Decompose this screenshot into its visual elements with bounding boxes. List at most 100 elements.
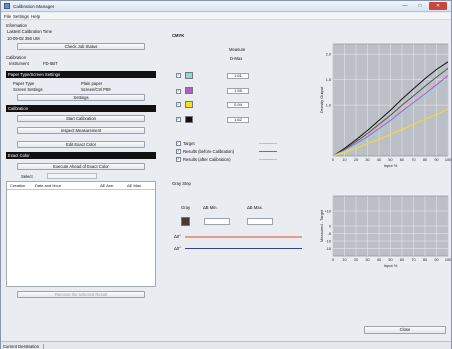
cyan-swatch [185, 72, 193, 79]
x-tick-label: 0 [332, 158, 334, 162]
status-bar: Current Destination [1, 341, 451, 349]
x-tick-label: 40 [377, 258, 381, 262]
x-tick-label: 50 [388, 158, 392, 162]
calibration-header: Calibration [6, 105, 156, 112]
yellow-dmax-value: 0.94 [227, 102, 249, 108]
after-calibration-checkbox[interactable]: ✓ [176, 157, 181, 162]
information-heading: Information [6, 23, 27, 28]
gray-swatch [181, 217, 190, 226]
y-tick-label: 1.5 [326, 78, 331, 82]
menu-file[interactable]: File [4, 14, 11, 19]
close-button[interactable]: Close [364, 326, 446, 334]
x-tick-label: 100 [445, 258, 451, 262]
menu-settings[interactable]: Settings [13, 14, 29, 19]
target-legend-label: Target [183, 141, 195, 146]
col-creation: Creation [10, 183, 26, 188]
execute-exact-color-button[interactable]: Execute Ahead of Exact Color [17, 163, 145, 170]
y-tick-label: -15 [326, 247, 332, 251]
x-tick-label: 100 [445, 158, 451, 162]
status-text: Current Destination [3, 343, 45, 349]
yellow-swatch [185, 101, 193, 108]
y-axis-label: Measured - Target [319, 209, 324, 242]
y-tick-label: 2.0 [326, 53, 331, 57]
black-dmax-value: 1.62 [227, 117, 249, 123]
check-job-status-button[interactable]: Check Job Status [17, 43, 145, 50]
y-tick-label: +10 [325, 209, 331, 213]
calibration-heading: Calibration [6, 55, 27, 60]
app-icon [4, 3, 10, 9]
col-date-hour: Date and Hour [35, 183, 62, 188]
dmax-label: D-Max [230, 56, 243, 61]
deviation-chart: 0 10 20 30 40 50 60 70 80 90 100 +10 0 -5 -10 -15 Input … [319, 195, 451, 268]
hi-reference-line [185, 248, 302, 249]
menu-bar: File Settings Help [1, 13, 451, 20]
inspect-measurement-button[interactable]: Inspect Measurement [17, 127, 145, 134]
screen-settings-value: Screen/Ctrl P89 [81, 87, 111, 92]
latest-calibration-label: Lastest Calibration Time [7, 29, 52, 34]
x-axis-label: Input % [384, 163, 398, 168]
x-tick-label: 60 [400, 258, 404, 262]
gray-step-title: Gray Step [172, 181, 191, 186]
y-axis-label: Density Output [319, 86, 324, 113]
close-window-button[interactable]: ✕ [429, 2, 447, 10]
before-calibration-legend-label: Results (before Calibration) [183, 149, 234, 154]
ab-max-label: ΔB Max. [247, 205, 263, 210]
magenta-dmax-value: 1.55 [227, 88, 249, 94]
paper-type-label: Paper Type [13, 81, 35, 86]
magenta-checkbox[interactable]: ✓ [176, 89, 181, 94]
x-tick-label: 40 [377, 158, 381, 162]
x-tick-label: 20 [354, 258, 358, 262]
app-window: Calibration Manager — □ ✕ File Settings … [0, 0, 452, 349]
before-calibration-legend-line [259, 151, 277, 152]
y-tick-label: 0 [329, 224, 331, 228]
x-tick-label: 80 [423, 258, 427, 262]
ab-max-field [247, 218, 273, 225]
edit-exact-color-button[interactable]: Edit Exact Color [17, 141, 145, 148]
remove-result-button[interactable]: Remove the selected Result [17, 291, 145, 298]
black-checkbox[interactable]: ✓ [176, 117, 181, 122]
results-table: Creation Date and Hour ΔE Ave. ΔE Max. [6, 181, 156, 287]
latest-calibration-value: 10-09-02 356 UM [7, 36, 40, 41]
paper-screen-header: Paper Type/Screen Settings [6, 71, 156, 78]
cmyk-title: CMYK [172, 33, 185, 38]
measure-label: Measure [229, 47, 246, 52]
settings-button[interactable]: Settings [17, 94, 145, 101]
minimize-button[interactable]: — [398, 2, 412, 10]
screen-settings-label: Screen Settings [13, 87, 43, 92]
target-checkbox[interactable]: ✓ [176, 141, 181, 146]
start-calibration-button[interactable]: Start Calibration [17, 115, 145, 122]
x-tick-label: 70 [411, 158, 415, 162]
x-tick-label: 30 [365, 158, 369, 162]
before-calibration-checkbox[interactable]: ✓ [176, 149, 181, 154]
lo-line-label: Δ0° [174, 234, 181, 239]
lo-reference-line [185, 236, 302, 238]
black-swatch [185, 116, 193, 123]
gray-label: Gray [181, 205, 191, 210]
x-tick-label: 50 [388, 258, 392, 262]
cyan-checkbox[interactable]: ✓ [176, 73, 181, 78]
target-legend-line [259, 143, 277, 144]
x-tick-label: 0 [332, 258, 334, 262]
after-calibration-legend-label: Results (after Calibration) [183, 157, 231, 162]
y-tick-label: 1.0 [326, 103, 331, 107]
menu-help[interactable]: Help [31, 14, 40, 19]
x-tick-label: 60 [400, 158, 404, 162]
instrument-label: Instrument [9, 61, 29, 66]
select-dropdown[interactable] [47, 173, 97, 179]
x-tick-label: 30 [365, 258, 369, 262]
instrument-value: FD-5BT [43, 61, 58, 66]
x-tick-label: 10 [342, 258, 346, 262]
ab-min-field [204, 218, 230, 225]
maximize-button[interactable]: □ [413, 2, 427, 10]
after-calibration-legend-line [259, 159, 277, 160]
yellow-checkbox[interactable]: ✓ [176, 102, 181, 107]
x-axis-label: Input % [384, 263, 398, 268]
x-tick-label: 20 [354, 158, 358, 162]
x-tick-label: 70 [411, 258, 415, 262]
x-tick-label: 10 [342, 158, 346, 162]
density-chart: 0 10 20 30 40 50 60 70 80 90 100 1.0 1.5 2.0 Input % De… [319, 43, 451, 168]
table-header-divider [7, 189, 155, 190]
y-tick-label: -10 [326, 239, 332, 243]
x-tick-label: 90 [434, 158, 438, 162]
y-tick-label: -5 [328, 232, 331, 236]
